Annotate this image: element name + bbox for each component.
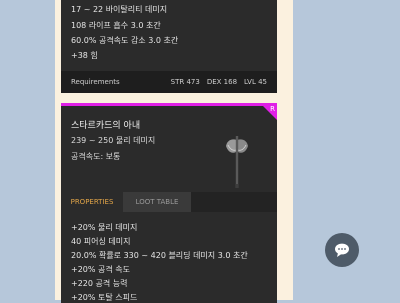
chat-button[interactable] xyxy=(325,233,359,267)
chat-bubble-icon xyxy=(335,243,349,257)
item-name: 스타르카드의 아내 xyxy=(71,121,141,131)
property-line: 20.0% 확률로 330 ~ 420 블리딩 데미지 3.0 초간 xyxy=(71,251,248,260)
req-lvl: LVL 45 xyxy=(244,78,267,86)
item-tabs: PROPERTIES LOOT TABLE xyxy=(61,192,277,212)
item-attack-speed: 공격속도: 보통 xyxy=(71,152,121,161)
property-line: +20% 공격 속도 xyxy=(71,265,131,274)
rarity-letter: R xyxy=(270,105,275,113)
tab-loot-table[interactable]: LOOT TABLE xyxy=(123,192,191,212)
req-dex: DEX 168 xyxy=(206,78,238,86)
item-card-previous: 17 ~ 22 바이탈리티 데미지 108 라이프 흡수 3.0 초간 60.0… xyxy=(61,0,277,93)
item-stat: 60.0% 공격속도 감소 3.0 초간 xyxy=(71,36,179,45)
item-card: R 스타르카드의 아내 239 ~ 250 물리 데미지 공격속도: 보통 PR… xyxy=(61,103,277,303)
item-damage: 239 ~ 250 물리 데미지 xyxy=(71,136,156,145)
property-line: +20% 물리 데미지 xyxy=(71,223,138,232)
item-stat: 17 ~ 22 바이탈리티 데미지 xyxy=(71,5,168,14)
item-stat: +38 힘 xyxy=(71,51,98,60)
property-line: +220 공격 능력 xyxy=(71,279,128,288)
req-str: STR 473 xyxy=(170,78,200,86)
requirements-bar: Requirements STR 473 DEX 168 LVL 45 xyxy=(61,71,277,93)
item-stat: 108 라이프 흡수 3.0 초간 xyxy=(71,21,161,30)
requirements-label: Requirements xyxy=(71,78,120,86)
property-line: 40 피어싱 데미지 xyxy=(71,237,131,246)
tab-properties[interactable]: PROPERTIES xyxy=(61,192,123,212)
axe-icon xyxy=(226,136,248,188)
property-line: +20% 토탈 스피드 xyxy=(71,293,138,302)
